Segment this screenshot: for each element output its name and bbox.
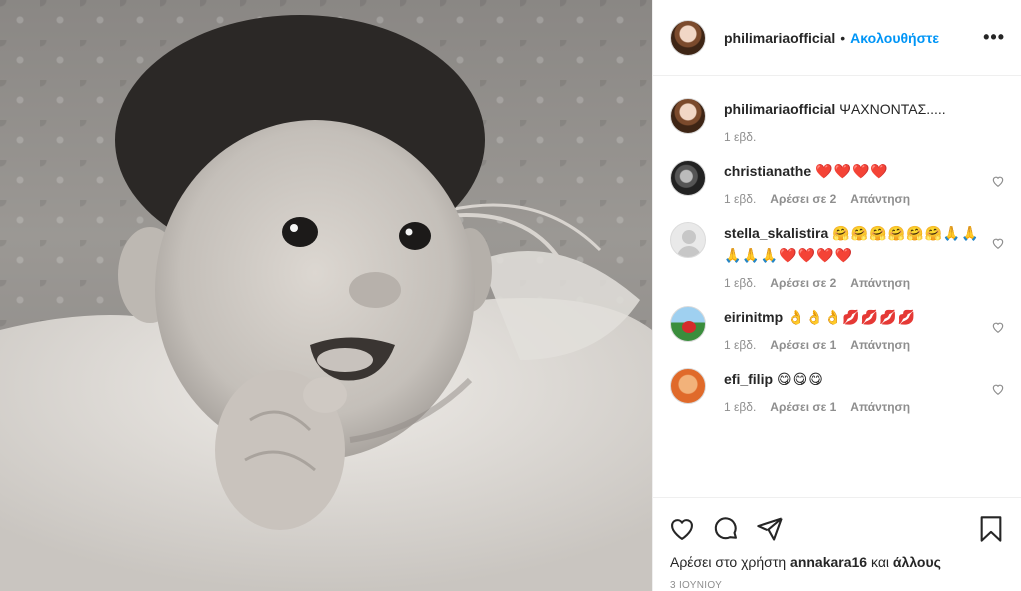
comment-heart-icon[interactable] [991,236,1005,250]
baby-photo-illustration [0,15,652,591]
comment-likes[interactable]: Αρέσει σε 1 [770,400,836,414]
comment-time[interactable]: 1 εβδ. [724,276,756,290]
reply-button[interactable]: Απάντηση [850,192,910,206]
comment-heart-icon[interactable] [991,174,1005,188]
header-separator: • [840,29,846,46]
paper-plane-icon[interactable] [756,515,784,543]
comment-likes[interactable]: Αρέσει σε 2 [770,192,836,206]
likes-summary: Αρέσει στο χρήστη annakara16 και άλλους [653,554,1021,570]
comment-item: eirinitmp 👌👌👌💋💋💋💋 1 εβδ. Αρέσει σε 1 Απάν… [670,306,1005,352]
caption: philimariaofficial ΨΑΧΝΟΝΤΑΣ..... 1 εβδ. [670,98,1005,144]
bookmark-icon[interactable] [977,515,1005,543]
owner-username[interactable]: philimariaofficial [724,30,835,46]
heart-icon[interactable] [668,515,696,543]
commenter-username[interactable]: christianathe [724,163,811,179]
commenter-username[interactable]: eirinitmp [724,309,783,325]
caption-text: ΨΑΧΝΟΝΤΑΣ..... [839,101,946,117]
likes-others-link[interactable]: άλλους [893,554,941,570]
instagram-post: philimariaofficial • Ακολουθήστε ••• phi… [0,0,1021,591]
comment-time[interactable]: 1 εβδ. [724,338,756,352]
comment-item: christianathe ❤️❤️❤️❤️ 1 εβδ. Αρέσει σε 2… [670,160,1005,206]
comment-text: ❤️❤️❤️❤️ [815,163,889,179]
comment-likes[interactable]: Αρέσει σε 1 [770,338,836,352]
commenter-username[interactable]: efi_filip [724,371,773,387]
post-date[interactable]: 3 ΙΟΥΝΙΟΥ [653,570,1021,591]
comment-time[interactable]: 1 εβδ. [724,192,756,206]
comment-heart-icon[interactable] [991,320,1005,334]
comment-item: efi_filip 😋😋😋 1 εβδ. Αρέσει σε 1 Απάντηση [670,368,1005,414]
reply-button[interactable]: Απάντηση [850,400,910,414]
comments-section[interactable]: philimariaofficial ΨΑΧΝΟΝΤΑΣ..... 1 εβδ. … [653,76,1021,498]
comment-heart-icon[interactable] [991,382,1005,396]
comment-text: 😋😋😋 [777,371,824,387]
more-horizontal-icon[interactable]: ••• [983,27,1005,48]
post-photo[interactable] [0,0,652,591]
post-header: philimariaofficial • Ακολουθήστε ••• [653,0,1021,76]
post-actions [653,504,1021,554]
comment-likes[interactable]: Αρέσει σε 2 [770,276,836,290]
reply-button[interactable]: Απάντηση [850,276,910,290]
reply-button[interactable]: Απάντηση [850,338,910,352]
liker-username[interactable]: annakara16 [790,554,867,570]
follow-button[interactable]: Ακολουθήστε [850,30,939,46]
caption-username[interactable]: philimariaofficial [724,101,835,117]
commenter-avatar[interactable] [670,306,706,342]
comment-icon[interactable] [712,515,740,543]
owner-avatar[interactable] [670,19,706,56]
caption-time[interactable]: 1 εβδ. [724,130,756,144]
comment-text: 👌👌👌💋💋💋💋 [787,309,917,325]
likes-prefix: Αρέσει στο χρήστη [670,554,787,570]
comment-time[interactable]: 1 εβδ. [724,400,756,414]
comment-item: stella_skalistira 🤗🤗🤗🤗🤗🤗🙏🙏🙏🙏🙏❤️❤️❤️❤️ 1 ε… [670,222,1005,290]
commenter-avatar[interactable] [670,368,706,404]
commenter-avatar[interactable] [670,222,706,258]
post-side-panel: philimariaofficial • Ακολουθήστε ••• phi… [652,0,1021,591]
commenter-username[interactable]: stella_skalistira [724,225,828,241]
commenter-avatar[interactable] [670,160,706,196]
caption-avatar[interactable] [670,98,706,134]
likes-conj: και [870,554,890,570]
